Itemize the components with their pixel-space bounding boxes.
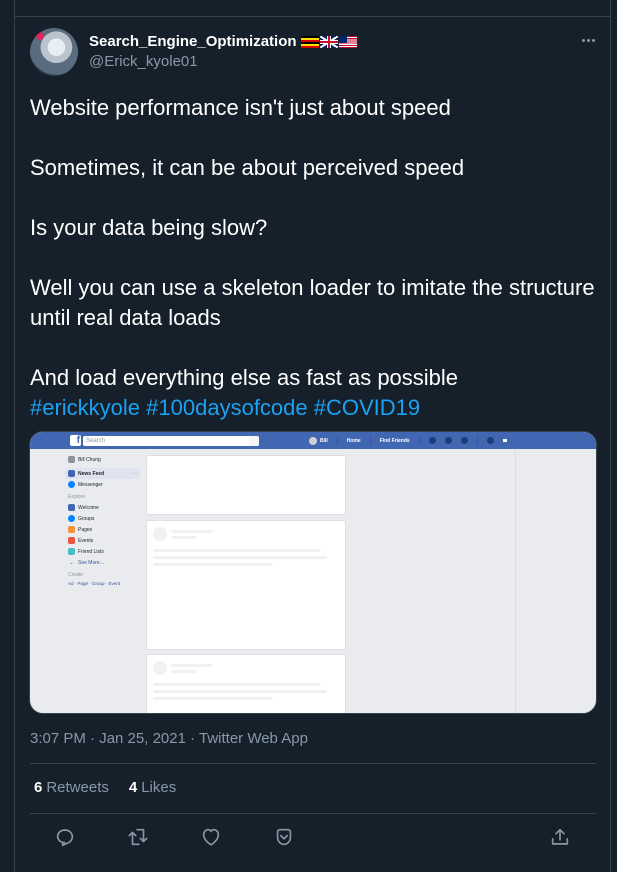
flag-emojis (300, 35, 357, 48)
divider (30, 763, 596, 764)
fb-help-icon (486, 437, 494, 444)
fb-nav-find-friends: Find Friends (379, 437, 410, 444)
fb-search-input: Search (83, 436, 259, 446)
tweet-paragraph: Well you can use a skeleton loader to im… (30, 275, 595, 330)
fb-right-divider (515, 449, 516, 713)
likes-stat[interactable]: 4 Likes (129, 779, 176, 796)
tweet-actions (0, 822, 617, 852)
fb-skeleton-card (146, 654, 346, 713)
top-divider (14, 16, 611, 17)
uk-flag-icon (319, 35, 338, 48)
tweet-media-image[interactable]: f Search Bill Home Find Friends Bill Chu… (29, 431, 597, 714)
hashtag-link[interactable]: #COVID19 (314, 395, 420, 420)
share-icon[interactable] (545, 822, 575, 852)
fb-user-avatar (309, 436, 317, 445)
like-icon[interactable] (196, 822, 226, 852)
author-name[interactable]: Search_Engine_Optimization (89, 33, 357, 50)
fb-notifications-icon (460, 437, 468, 444)
tweet-paragraph: Sometimes, it can be about perceived spe… (30, 155, 465, 180)
avatar[interactable] (30, 28, 78, 76)
tweet-paragraph: Is your data being slow? (30, 215, 268, 240)
share-dm-icon[interactable] (269, 822, 299, 852)
fb-left-sidebar: Bill Chung News Feed ··· Messenger Explor… (65, 454, 143, 588)
hashtags: #erickkyole #100daysofcode #COVID19 (30, 393, 595, 423)
author-handle[interactable]: @Erick_kyole01 (89, 53, 198, 70)
fb-friends-icon (428, 437, 436, 444)
fb-top-bar: f Search Bill Home Find Friends (30, 432, 596, 449)
fb-messenger-icon (444, 437, 452, 444)
tweet-timestamp[interactable]: 3:07 PM · Jan 25, 2021 · Twitter Web App (30, 730, 308, 747)
fb-search-icon (249, 436, 259, 446)
fb-skeleton-card (146, 520, 346, 650)
tweet-stats: 6 Retweets 4 Likes (34, 779, 176, 796)
tweet-paragraph: And load everything else as fast as poss… (30, 365, 459, 390)
facebook-logo-icon: f (70, 435, 81, 446)
fb-nav-home: Home (346, 437, 361, 444)
retweets-stat[interactable]: 6 Retweets (34, 779, 109, 796)
retweet-icon[interactable] (123, 822, 153, 852)
reply-icon[interactable] (50, 822, 80, 852)
uganda-flag-icon (300, 35, 319, 48)
fb-dropdown-icon (502, 439, 507, 442)
divider (30, 813, 596, 814)
more-options-icon[interactable] (576, 30, 600, 50)
fb-nav: Bill Home Find Friends (309, 436, 507, 445)
hashtag-link[interactable]: #100daysofcode (146, 395, 307, 420)
hashtag-link[interactable]: #erickkyole (30, 395, 140, 420)
fb-skeleton-card (146, 455, 346, 515)
tweet-text: Website performance isn't just about spe… (30, 93, 595, 423)
liberia-flag-icon (338, 35, 357, 48)
tweet-paragraph: Website performance isn't just about spe… (30, 95, 451, 120)
